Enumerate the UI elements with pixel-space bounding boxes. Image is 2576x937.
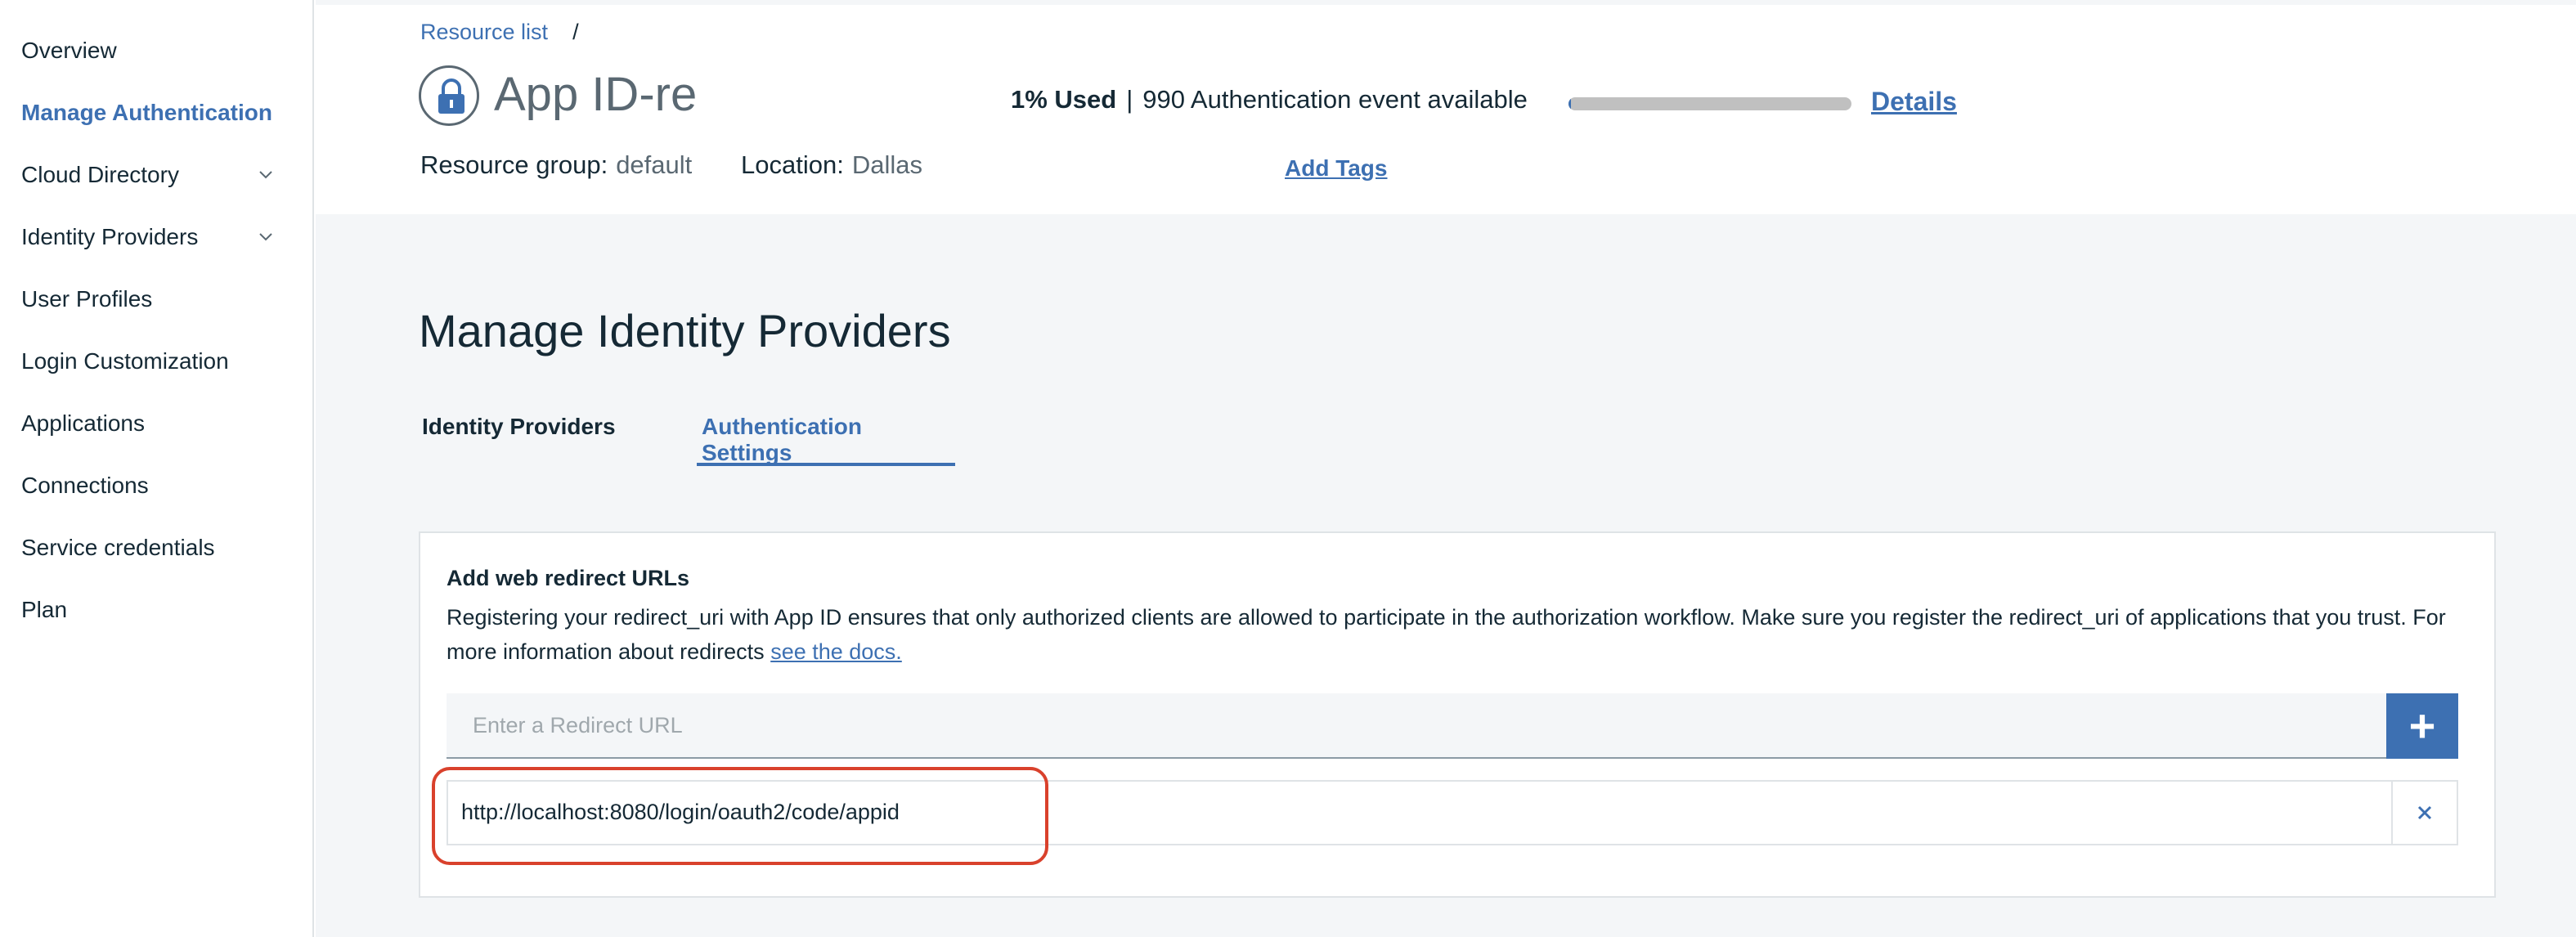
breadcrumb-link-resource-list[interactable]: Resource list <box>420 20 548 44</box>
sidebar-item-label: Login Customization <box>21 348 229 374</box>
usage-percent: 1% Used <box>1011 85 1117 114</box>
sidebar-item-user-profiles[interactable]: User Profiles <box>21 281 283 317</box>
usage-available: 990 Authentication event available <box>1142 85 1528 114</box>
sidebar-item-plan[interactable]: Plan <box>21 592 283 628</box>
main-content: Manage Identity Providers Identity Provi… <box>316 214 2576 937</box>
breadcrumb-separator: / <box>572 20 579 44</box>
sidebar-item-login-customization[interactable]: Login Customization <box>21 343 283 379</box>
sidebar-item-label: User Profiles <box>21 286 153 312</box>
add-redirect-url-button[interactable]: + <box>2386 693 2458 759</box>
lock-icon <box>438 78 464 114</box>
plus-icon: + <box>2408 700 2436 751</box>
usage-separator: | <box>1126 85 1133 114</box>
location-label: Location: <box>741 150 844 179</box>
sidebar-item-cloud-directory[interactable]: Cloud Directory <box>21 157 283 193</box>
usage-progress-fill <box>1568 97 1572 110</box>
chevron-down-icon <box>259 171 272 179</box>
sidebar-item-connections[interactable]: Connections <box>21 468 283 504</box>
card-description: Registering your redirect_uri with App I… <box>447 600 2475 669</box>
sidebar-item-service-credentials[interactable]: Service credentials <box>21 530 283 566</box>
sidebar-item-label: Cloud Directory <box>21 162 179 187</box>
sidebar-item-label: Manage Authentication <box>21 100 272 125</box>
sidebar-item-label: Applications <box>21 410 145 436</box>
usage-summary: 1% Used | 990 Authentication event avail… <box>1011 85 1528 114</box>
card-title: Add web redirect URLs <box>447 566 690 590</box>
location-value: Dallas <box>851 150 922 179</box>
chevron-down-icon <box>259 233 272 241</box>
redirect-url-input[interactable] <box>447 693 2386 759</box>
usage-progress-bar <box>1568 97 1851 110</box>
sidebar-item-label: Connections <box>21 473 149 498</box>
breadcrumb: Resource list / <box>420 20 579 45</box>
docs-link[interactable]: see the docs. <box>770 639 902 664</box>
page-header: Resource list / App ID-re 1% Used | 990 A… <box>316 0 2576 214</box>
sidebar-item-label: Service credentials <box>21 535 215 560</box>
sidebar-item-overview[interactable]: Overview <box>21 33 283 69</box>
sidebar-item-identity-providers[interactable]: Identity Providers <box>21 219 283 255</box>
remove-url-button[interactable] <box>2391 782 2457 844</box>
redirect-urls-card: Add web redirect URLs Registering your r… <box>419 531 2496 898</box>
redirect-url-value: http://localhost:8080/login/oauth2/code/… <box>461 800 900 824</box>
resource-group-label: Resource group: <box>420 150 608 179</box>
redirect-url-row: http://localhost:8080/login/oauth2/code/… <box>447 780 2458 845</box>
resource-group: Resource group: default <box>420 150 692 180</box>
location: Location: Dallas <box>741 150 922 180</box>
sidebar-item-label: Overview <box>21 38 117 63</box>
details-link[interactable]: Details <box>1871 87 1957 117</box>
card-description-text: Registering your redirect_uri with App I… <box>447 605 2446 664</box>
page-title: App ID-re <box>494 68 698 121</box>
add-tags-link[interactable]: Add Tags <box>1285 155 1387 182</box>
sidebar-item-manage-authentication[interactable]: Manage Authentication <box>21 95 283 131</box>
section-title: Manage Identity Providers <box>419 305 951 356</box>
tab-authentication-settings[interactable]: Authentication Settings <box>697 414 955 466</box>
sidebar-item-applications[interactable]: Applications <box>21 406 283 442</box>
resource-group-value: default <box>616 150 693 179</box>
sidebar-item-label: Identity Providers <box>21 224 199 249</box>
close-icon <box>2417 805 2432 820</box>
sidebar: Overview Manage Authentication Cloud Dir… <box>0 0 314 937</box>
sidebar-item-label: Plan <box>21 597 68 622</box>
tab-identity-providers[interactable]: Identity Providers <box>422 414 616 466</box>
app-icon <box>419 65 479 126</box>
